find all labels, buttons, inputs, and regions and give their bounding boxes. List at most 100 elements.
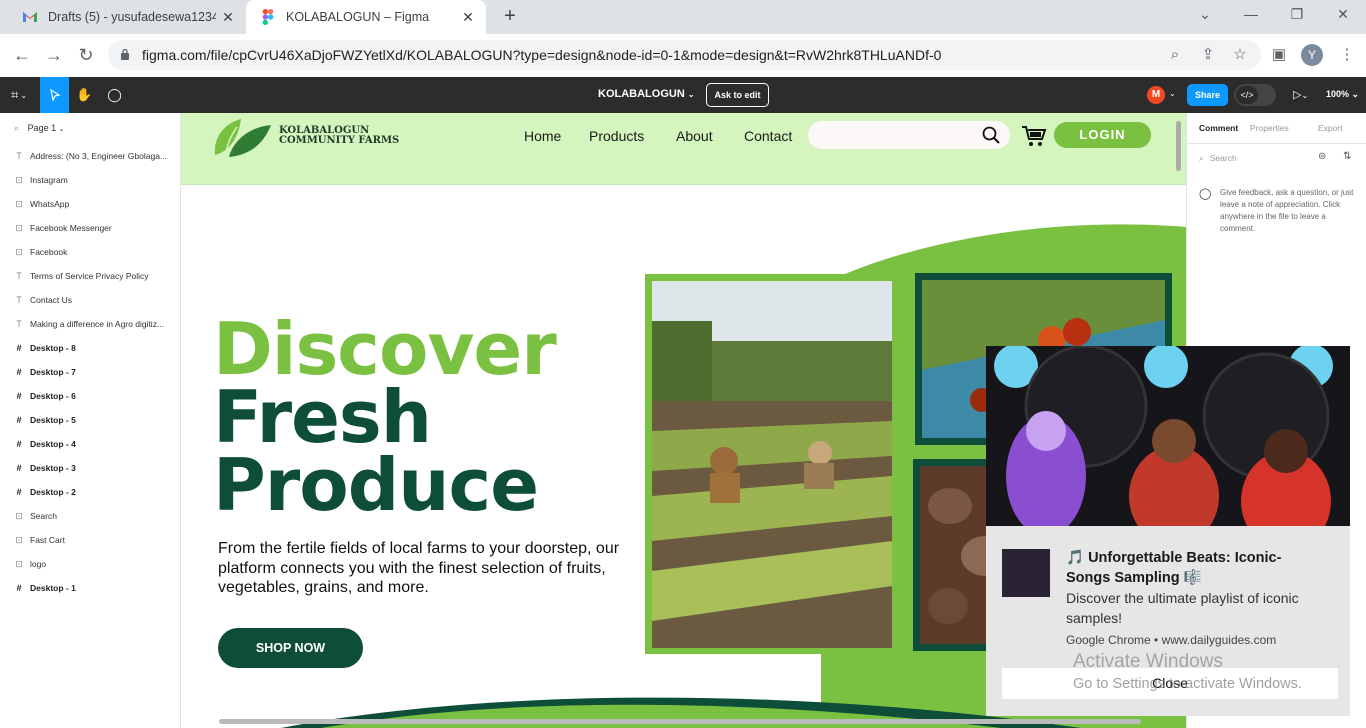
present-icon[interactable]: ▷⌄ [1293, 88, 1308, 101]
close-window-button[interactable]: ✕ [1333, 6, 1353, 23]
shop-now-button[interactable]: SHOP NOW [218, 628, 363, 668]
share-button[interactable]: Share [1187, 84, 1228, 106]
maximize-button[interactable]: ❐ [1287, 6, 1307, 23]
file-title[interactable]: KOLABALOGUN ⌄ [598, 88, 695, 100]
chevron-down-icon[interactable]: ⌄ [1169, 89, 1176, 98]
sort-icon[interactable]: ⇅ [1343, 151, 1351, 162]
layer-item[interactable]: ⊡ Instagram [14, 173, 68, 187]
layer-item[interactable]: # Desktop - 6 [14, 389, 75, 403]
user-avatar[interactable]: M [1147, 86, 1165, 104]
tab-gmail[interactable]: Drafts (5) - yusufadesewa1234@ ✕ [8, 0, 246, 34]
new-tab-button[interactable]: + [500, 6, 520, 26]
vertical-scrollbar[interactable] [1176, 121, 1181, 171]
layer-item[interactable]: # Desktop - 8 [14, 341, 76, 355]
tab-export[interactable]: Export [1318, 123, 1343, 133]
layer-item[interactable]: ⊡ Facebook [14, 245, 67, 259]
layer-item[interactable]: ⊡ logo [14, 557, 46, 571]
notification-thumbnail [1002, 549, 1050, 597]
tab-figma[interactable]: KOLABALOGUN – Figma ✕ [246, 0, 486, 34]
comment-tool-icon[interactable]: ◯ [100, 77, 129, 113]
text-layer-icon: T [16, 319, 22, 329]
layer-item[interactable]: ⊡ Fast Cart [14, 533, 65, 547]
side-panel-icon[interactable]: ▣ [1270, 46, 1288, 64]
close-tab-icon[interactable]: ✕ [460, 9, 476, 25]
url-text[interactable]: figma.com/file/cpCvrU46XaDjoFWZYetlXd/KO… [142, 47, 941, 63]
horizontal-scrollbar[interactable] [219, 719, 1141, 724]
layer-item[interactable]: ⊡ WhatsApp [14, 197, 69, 211]
notification-body: Discover the ultimate playlist of iconic… [1066, 590, 1299, 626]
layer-name: Desktop - 8 [30, 343, 76, 353]
minimize-button[interactable]: — [1241, 6, 1261, 22]
hero-subtitle: From the fertile fields of local farms t… [218, 540, 620, 596]
layer-name: Contact Us [30, 295, 73, 305]
nav-about[interactable]: About [676, 128, 713, 144]
frame-layer-icon: # [16, 367, 22, 377]
dev-mode-toggle[interactable]: </> [1234, 84, 1276, 106]
back-icon[interactable]: ← [12, 46, 32, 64]
layers-panel: ⌕ Page 1 ⌄ T Address: (No 3, Engineer Gbo… [0, 113, 181, 728]
layer-item[interactable]: # Desktop - 3 [14, 461, 75, 475]
figma-main-menu-icon[interactable]: ⌗ ⌄ [0, 77, 38, 113]
layer-name: Terms of Service Privacy Policy [30, 271, 149, 281]
music-artists-image [986, 346, 1350, 526]
frame-layer-icon: # [16, 415, 22, 425]
comment-bubble-icon: ◯ [1199, 188, 1212, 200]
farmers-field-photo [652, 281, 892, 648]
ask-to-edit-button[interactable]: Ask to edit [706, 83, 769, 107]
login-button[interactable]: LOGIN [1054, 122, 1151, 148]
layer-item[interactable]: # Desktop - 1 [14, 581, 75, 595]
profile-avatar[interactable]: Y [1301, 44, 1323, 66]
layer-item[interactable]: T Terms of Service Privacy Policy [14, 269, 149, 283]
layer-item[interactable]: # Desktop - 7 [14, 365, 75, 379]
text-layer-icon: T [16, 151, 22, 161]
layer-item[interactable]: T Address: (No 3, Engineer Gbolaga... [14, 149, 167, 163]
layer-item[interactable]: # Desktop - 5 [14, 413, 76, 427]
share-page-icon[interactable]: ⇪ [1199, 46, 1217, 64]
nav-home[interactable]: Home [524, 128, 561, 144]
move-tool-icon[interactable] [40, 77, 69, 113]
figma-toolbar: ⌗ ⌄ ✋ ◯ KOLABALOGUN ⌄ Ask to edit M ⌄ Sha… [0, 77, 1366, 113]
comment-hint-text: Give feedback, ask a question, or just l… [1220, 188, 1354, 233]
figma-icon [262, 9, 274, 25]
browser-menu-icon[interactable]: ⋮ [1338, 46, 1356, 64]
comment-search-input[interactable]: ⌕ Search [1199, 153, 1237, 164]
reload-icon[interactable]: ↻ [76, 46, 96, 64]
layer-item[interactable]: ⊡ Facebook Messenger [14, 221, 112, 235]
tab-search-icon[interactable]: ⌄ [1195, 6, 1215, 23]
cart-icon[interactable] [1021, 124, 1047, 148]
site-search-input[interactable] [808, 121, 1010, 149]
layer-name: Desktop - 5 [30, 415, 76, 425]
gmail-icon [23, 12, 37, 22]
tab-comment[interactable]: Comment [1199, 123, 1238, 133]
filter-icon[interactable]: ⊜ [1318, 151, 1326, 162]
activate-windows-title: Activate Windows [1073, 651, 1223, 672]
layer-name: Making a difference in Agro digitiz... [30, 319, 165, 329]
layer-item[interactable]: ⊡ Search [14, 509, 57, 523]
hand-tool-icon[interactable]: ✋ [70, 77, 99, 113]
zoom-level[interactable]: 100% ⌄ [1326, 89, 1359, 100]
zoom-icon[interactable]: ⌕ [1166, 46, 1184, 64]
nav-products[interactable]: Products [589, 128, 644, 144]
forward-icon[interactable]: → [44, 46, 64, 64]
lock-icon[interactable] [120, 48, 130, 60]
browser-toolbar: ← → ↻ figma.com/file/cpCvrU46XaDjoFWZYet… [0, 34, 1366, 77]
bookmark-star-icon[interactable]: ☆ [1231, 46, 1249, 64]
layer-name: Facebook Messenger [30, 223, 112, 233]
page-selector[interactable]: ⌕ Page 1 ⌄ [14, 123, 64, 134]
nav-contact[interactable]: Contact [744, 128, 792, 144]
layer-item[interactable]: # Desktop - 4 [14, 437, 75, 451]
search-icon: ⌕ [1199, 153, 1204, 163]
search-icon[interactable] [982, 126, 1000, 144]
layer-item[interactable]: T Making a difference in Agro digitiz... [14, 317, 164, 331]
tab-properties[interactable]: Properties [1250, 123, 1289, 133]
layer-item[interactable]: T Contact Us [14, 293, 72, 307]
layer-item[interactable]: # Desktop - 2 [14, 485, 75, 499]
layer-name: Address: (No 3, Engineer Gbolaga... [30, 151, 168, 161]
site-navbar: KOLABALOGUN COMMUNITY FARMS Home Product… [181, 113, 1186, 185]
layer-name: Instagram [30, 175, 68, 185]
close-tab-icon[interactable]: ✕ [220, 9, 236, 25]
layer-name: logo [30, 559, 47, 569]
search-icon[interactable]: ⌕ [14, 123, 19, 133]
image-layer-icon: ⊡ [15, 174, 23, 185]
notification-hero-image [986, 346, 1350, 526]
